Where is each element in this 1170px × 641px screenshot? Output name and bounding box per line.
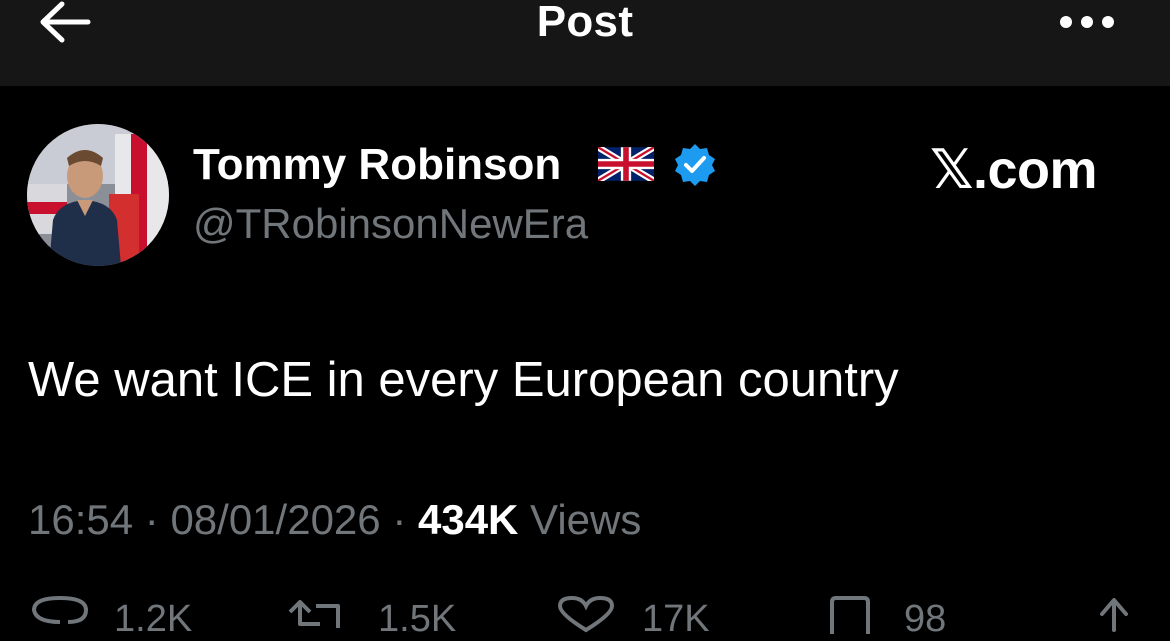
uk-flag-icon	[598, 147, 654, 181]
meta-separator: ·	[133, 496, 171, 543]
post-time: 16:54	[28, 496, 134, 543]
repost-count: 1.5K	[378, 598, 457, 640]
share-icon	[1100, 598, 1128, 632]
bookmark-button[interactable]: 98	[826, 594, 986, 640]
meta-separator: ·	[380, 496, 418, 543]
avatar-image	[27, 124, 169, 266]
repost-button[interactable]: 1.5K	[286, 594, 486, 640]
post-text: We want ICE in every European country	[28, 353, 899, 407]
like-button[interactable]: 17K	[556, 594, 756, 640]
views-count[interactable]: 434K	[418, 496, 518, 543]
views-label: Views	[518, 496, 642, 543]
heart-icon	[557, 595, 615, 633]
post-date: 08/01/2026	[170, 496, 381, 543]
reply-icon	[31, 595, 89, 624]
repost-icon	[288, 600, 340, 628]
author-handle[interactable]: @TRobinsonNewEra	[193, 200, 588, 248]
top-bar: Post	[0, 0, 1170, 86]
display-name[interactable]: Tommy Robinson	[193, 140, 561, 190]
more-horizontal-icon	[1060, 16, 1114, 28]
more-options-button[interactable]	[1050, 6, 1120, 34]
bookmark-count: 98	[904, 598, 947, 640]
share-button[interactable]	[1090, 594, 1140, 634]
bookmark-icon	[830, 596, 870, 634]
avatar[interactable]	[27, 124, 169, 266]
reply-button[interactable]: 1.2K	[28, 594, 228, 640]
like-count: 17K	[642, 598, 710, 640]
reply-count: 1.2K	[114, 598, 193, 640]
page-title: Post	[536, 0, 634, 46]
post-meta: 16:54 · 08/01/2026 · 434K Views	[28, 496, 641, 544]
verified-badge-icon[interactable]	[672, 142, 718, 188]
x-com-watermark: 𝕏.com	[930, 140, 1098, 200]
